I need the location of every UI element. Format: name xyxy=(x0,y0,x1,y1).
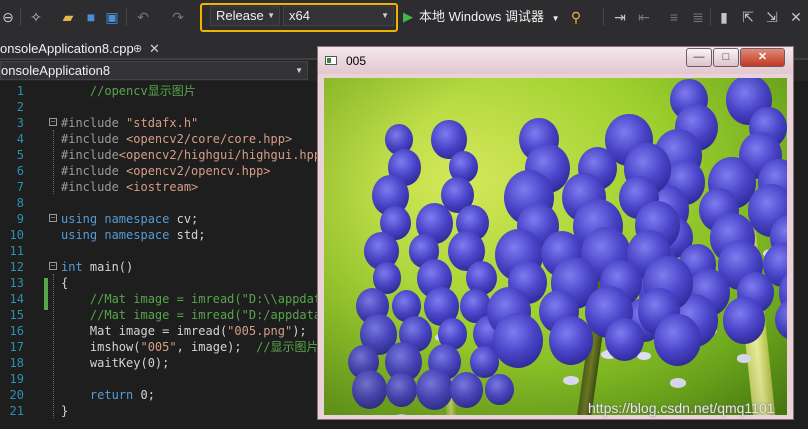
image-window-title: 005 xyxy=(346,54,367,68)
toolbar-separator xyxy=(126,8,127,26)
line-number: 19 xyxy=(9,372,24,386)
back-icon[interactable]: ⊖ xyxy=(0,9,16,25)
chevron-down-icon: ▼ xyxy=(295,66,303,75)
code-text: //opencv显示图片 xyxy=(89,84,196,98)
code-text: waitKey(0); xyxy=(61,356,170,370)
line-number: 15 xyxy=(9,308,24,322)
indent-icon[interactable]: ⇥ xyxy=(612,9,628,25)
tab-label: onsoleApplication8.cpp xyxy=(0,41,134,56)
line-number: 2 xyxy=(16,100,24,114)
new-project-icon[interactable]: ✧ xyxy=(28,9,44,25)
line-number: 21 xyxy=(9,404,24,418)
line-number: 20 xyxy=(9,388,24,402)
code-text: #include<opencv2/highgui/highgui.hpp> xyxy=(61,148,329,162)
code-text: imshow("005", image); //显示图片 xyxy=(61,340,319,354)
configuration-select[interactable]: Release ▼ xyxy=(210,6,280,26)
image-window-005[interactable]: 005 — □ ✕ xyxy=(317,46,794,420)
open-icon[interactable]: ▰ xyxy=(60,9,76,25)
project-scope-select[interactable]: onsoleApplication8 ▼ xyxy=(0,61,308,80)
toolbar-separator xyxy=(603,8,604,26)
save-all-icon[interactable]: ▣ xyxy=(104,9,120,25)
collapse-icon[interactable]: − xyxy=(49,118,57,126)
code-text: #include <opencv2/core/core.hpp> xyxy=(61,132,293,146)
play-icon: ▶ xyxy=(403,9,413,24)
bookmark-icon[interactable]: ▮ xyxy=(716,9,732,25)
line-number: 10 xyxy=(9,228,24,242)
configuration-value: Release xyxy=(216,8,264,23)
line-number: 17 xyxy=(9,340,24,354)
collapse-icon[interactable]: − xyxy=(49,262,57,270)
line-number: 9 xyxy=(16,212,24,226)
image-depth-of-field xyxy=(324,78,787,415)
bookmark-next-icon[interactable]: ⇲ xyxy=(764,9,780,25)
code-text: { xyxy=(61,276,69,290)
code-text: //Mat image = imread("D:/appdata/ xyxy=(89,308,329,322)
chevron-down-icon: ▼ xyxy=(551,14,560,23)
line-number: 3 xyxy=(16,116,24,130)
collapse-icon[interactable]: − xyxy=(49,214,57,222)
pin-icon[interactable]: ⊕ xyxy=(133,38,142,60)
run-debugger-button[interactable]: ▶ 本地 Windows 调试器 ▼ xyxy=(403,7,560,27)
project-scope-value: onsoleApplication8 xyxy=(1,63,111,78)
window-icon xyxy=(325,56,337,65)
line-number: 5 xyxy=(16,148,24,162)
line-number: 12 xyxy=(9,260,24,274)
tab-console-application8-cpp[interactable]: onsoleApplication8.cpp xyxy=(0,38,134,60)
find-icon[interactable]: ⚲ xyxy=(568,9,584,25)
close-button[interactable]: ✕ xyxy=(740,48,785,67)
chevron-down-icon: ▼ xyxy=(267,11,275,20)
code-text: Mat image = imread("005.png"); / xyxy=(61,324,329,338)
bookmark-clear-icon[interactable]: ✕ xyxy=(788,9,804,25)
outline-guide xyxy=(53,130,55,194)
toolbar-separator xyxy=(20,8,21,26)
toolbar: ⊖ ✧ ▰ ■ ▣ ↶ ↷ Release ▼ x64 ▼ ▶ 本地 Window… xyxy=(0,0,808,35)
line-number: 16 xyxy=(9,324,24,338)
code-text: } xyxy=(61,404,69,418)
platform-select[interactable]: x64 ▼ xyxy=(283,6,394,26)
save-icon[interactable]: ■ xyxy=(83,9,99,25)
code-text: #include <iostream> xyxy=(61,180,199,194)
line-number: 8 xyxy=(16,196,24,210)
bookmark-prev-icon[interactable]: ⇱ xyxy=(740,9,756,25)
platform-value: x64 xyxy=(289,8,310,23)
code-text: #include <opencv2/opencv.hpp> xyxy=(61,164,271,178)
minimize-button[interactable]: — xyxy=(686,48,712,67)
code-text: #include "stdafx.h" xyxy=(61,116,199,130)
line-number: 4 xyxy=(16,132,24,146)
code-text: using namespace cv; xyxy=(61,212,199,226)
undo-icon[interactable]: ↶ xyxy=(135,9,151,25)
outline-guide xyxy=(53,274,55,418)
toolbar-separator xyxy=(710,8,711,26)
line-number: 11 xyxy=(9,244,24,258)
watermark: https://blog.csdn.net/qmq1101 xyxy=(588,400,775,416)
line-number: 18 xyxy=(9,356,24,370)
code-text: int main() xyxy=(61,260,134,274)
run-debugger-label: 本地 Windows 调试器 xyxy=(419,9,544,24)
uncomment-icon[interactable]: ≣ xyxy=(690,9,706,25)
image-window-titlebar[interactable]: 005 — □ ✕ xyxy=(318,47,793,74)
line-number: 14 xyxy=(9,292,24,306)
redo-icon[interactable]: ↷ xyxy=(170,9,186,25)
maximize-button[interactable]: □ xyxy=(713,48,739,67)
outdent-icon[interactable]: ⇤ xyxy=(636,9,652,25)
code-text: //Mat image = imread("D:\\appdata xyxy=(89,292,329,306)
line-number: 1 xyxy=(16,84,24,98)
close-icon[interactable]: ✕ xyxy=(149,38,160,60)
displayed-image-grape-hyacinth xyxy=(324,78,787,415)
line-number: 13 xyxy=(9,276,24,290)
line-number: 7 xyxy=(16,180,24,194)
code-text: return 0; xyxy=(89,388,155,402)
change-marker xyxy=(44,278,48,310)
chevron-down-icon: ▼ xyxy=(381,11,389,20)
line-number: 6 xyxy=(16,164,24,178)
comment-icon[interactable]: ≡ xyxy=(666,9,682,25)
code-text: using namespace std; xyxy=(61,228,206,242)
